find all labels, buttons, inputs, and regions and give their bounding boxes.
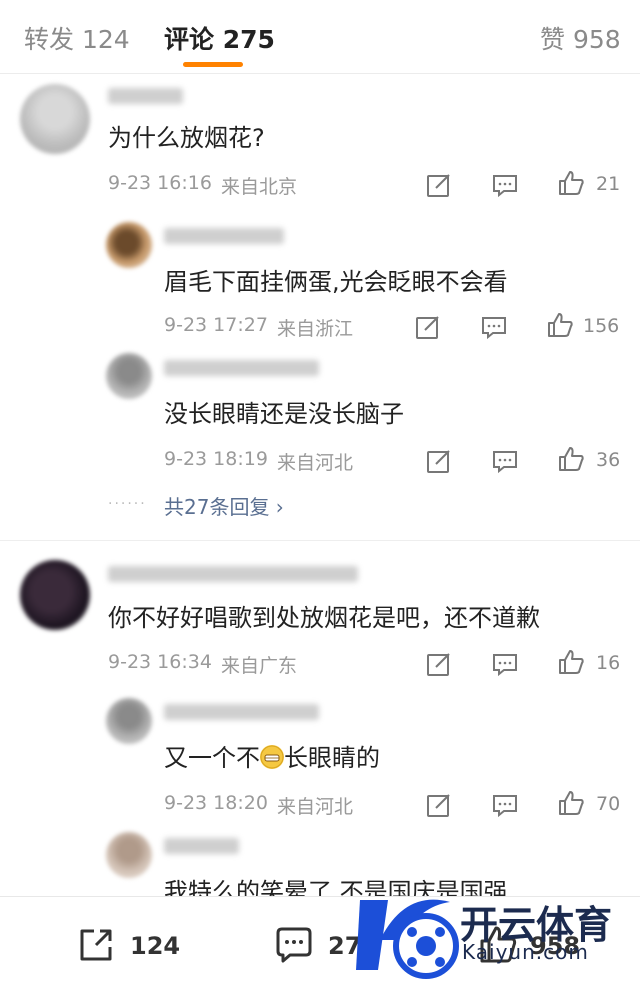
comment-divider (0, 540, 640, 541)
like-count: 70 (596, 793, 621, 815)
watermark-domain: Kaiyun.com (462, 940, 589, 964)
thumbs-up-icon[interactable] (556, 444, 586, 474)
username-blurred[interactable] (108, 88, 183, 104)
watermark: 开云体育 Kaiyun.com (350, 880, 640, 992)
comment-icon[interactable] (490, 790, 520, 820)
tab-likes[interactable]: 赞 958 (540, 20, 621, 56)
active-tab-indicator (183, 62, 243, 67)
reply-location: 来自河北 (277, 796, 354, 818)
tab-comments[interactable]: 评论 275 (164, 20, 275, 56)
more-replies-link[interactable]: 共27条回复 › (164, 491, 284, 520)
repost-count: 124 (130, 932, 181, 960)
share-icon[interactable] (74, 923, 118, 967)
reply-text: 没长眼睛还是没长脑子 (164, 400, 404, 428)
reply-text-part: 又一个不 (164, 744, 260, 772)
thread-dots: ······ (108, 496, 147, 512)
comment-icon[interactable] (479, 312, 509, 342)
like-count: 16 (596, 652, 621, 674)
tab-bar: 转发 124 评论 275 赞 958 (0, 0, 640, 74)
reply-text: 眉毛下面挂俩蛋,光会眨眼不会看 (164, 268, 508, 296)
avatar[interactable] (106, 832, 152, 878)
username-blurred[interactable] (164, 838, 239, 854)
like-count: 156 (583, 315, 620, 337)
edit-icon[interactable] (424, 446, 454, 476)
comment-time: 9-23 16:34 (108, 651, 212, 673)
edit-icon[interactable] (413, 312, 443, 342)
comment-icon[interactable] (490, 649, 520, 679)
comment-location: 来自北京 (221, 176, 298, 198)
thumbs-up-icon[interactable] (556, 168, 586, 198)
thumbs-up-icon[interactable] (545, 310, 575, 340)
reply-time: 9-23 18:19 (164, 448, 268, 470)
username-blurred[interactable] (108, 566, 358, 582)
reply-location: 来自浙江 (277, 318, 354, 340)
avatar[interactable] (106, 353, 152, 399)
avatar[interactable] (20, 84, 90, 154)
username-blurred[interactable] (164, 704, 319, 720)
reply-text: 又一个不 长眼睛的 (164, 738, 380, 773)
thumbs-up-icon[interactable] (556, 788, 586, 818)
reply-text-part: 长眼睛的 (284, 744, 380, 772)
comment-text: 为什么放烟花? (108, 124, 265, 152)
edit-icon[interactable] (424, 649, 454, 679)
avatar[interactable] (106, 222, 152, 268)
like-count: 36 (596, 449, 621, 471)
reply-time: 9-23 18:20 (164, 792, 268, 814)
watermark-logo (356, 899, 459, 979)
comment-time: 9-23 16:16 (108, 172, 212, 194)
comment-location: 来自广东 (221, 655, 298, 677)
thumbs-up-icon[interactable] (556, 647, 586, 677)
avatar[interactable] (106, 698, 152, 744)
tab-repost[interactable]: 转发 124 (24, 20, 130, 56)
comment-icon[interactable] (490, 446, 520, 476)
grin-emoji-icon (260, 745, 284, 769)
comment-icon[interactable] (490, 170, 520, 200)
avatar[interactable] (20, 560, 90, 630)
edit-icon[interactable] (424, 170, 454, 200)
comment-icon[interactable] (272, 923, 316, 967)
username-blurred[interactable] (164, 228, 284, 244)
username-blurred[interactable] (164, 360, 319, 376)
edit-icon[interactable] (424, 790, 454, 820)
like-count: 21 (596, 173, 621, 195)
comment-text: 你不好好唱歌到处放烟花是吧，还不道歉 (108, 604, 540, 632)
reply-time: 9-23 17:27 (164, 314, 268, 336)
reply-location: 来自河北 (277, 452, 354, 474)
